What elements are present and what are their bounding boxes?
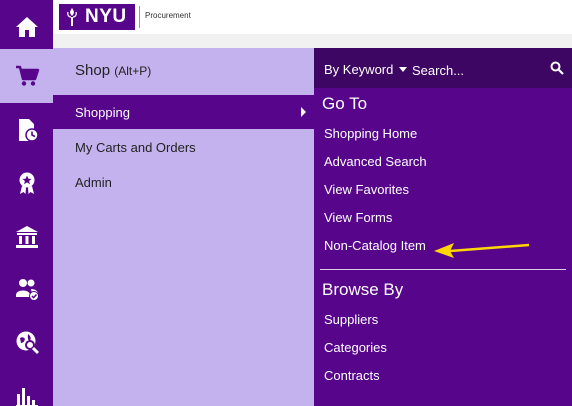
nav-shop[interactable] <box>0 49 53 103</box>
logo-subtitle: Procurement <box>145 11 191 20</box>
shop-item-admin[interactable]: Admin <box>53 165 314 199</box>
nav-home[interactable] <box>0 0 53 54</box>
top-header: NYU Procurement <box>53 0 572 34</box>
shop-item-label: Shopping <box>75 104 130 120</box>
bar-chart-icon <box>15 388 38 406</box>
torch-icon <box>67 8 77 26</box>
nav-documents[interactable] <box>0 103 53 157</box>
link-shopping-home[interactable]: Shopping Home <box>324 126 417 141</box>
caret-right-icon <box>301 107 306 117</box>
shop-item-my-carts-orders[interactable]: My Carts and Orders <box>53 130 314 164</box>
link-contracts[interactable]: Contracts <box>324 368 380 383</box>
browse-section-title: Browse By <box>322 280 404 299</box>
link-advanced-search[interactable]: Advanced Search <box>324 154 427 169</box>
bank-icon <box>15 226 38 248</box>
shop-item-shopping[interactable]: Shopping <box>53 95 314 129</box>
keyword-dropdown[interactable]: By Keyword <box>324 62 408 77</box>
search-bar: By Keyword <box>314 48 572 88</box>
shop-item-label: My Carts and Orders <box>75 139 196 155</box>
nav-bank[interactable] <box>0 210 53 264</box>
shop-title-text: Shop <box>75 62 111 79</box>
shop-menu-title: Shop (Alt+P) <box>75 62 151 79</box>
cart-icon <box>15 65 39 86</box>
award-ribbon-icon <box>19 172 34 194</box>
keyword-dropdown-label: By Keyword <box>324 62 394 77</box>
nav-awards[interactable] <box>0 156 53 210</box>
goto-section-title: Go To <box>322 94 368 113</box>
nav-global-search[interactable] <box>0 315 53 369</box>
link-categories[interactable]: Categories <box>324 340 387 355</box>
shopping-submenu-panel: By Keyword Go To Shopping Home Advanced … <box>314 48 572 406</box>
search-input[interactable] <box>412 58 542 82</box>
link-suppliers[interactable]: Suppliers <box>324 312 378 327</box>
users-check-icon <box>15 279 39 301</box>
yellow-annotation-arrow-icon <box>434 243 530 258</box>
shop-menu-panel: Shop (Alt+P) Shopping My Carts and Order… <box>53 48 314 406</box>
home-icon <box>15 17 38 37</box>
search-icon[interactable] <box>550 61 564 75</box>
link-view-favorites[interactable]: View Favorites <box>324 182 409 197</box>
nyu-logo[interactable]: NYU <box>59 4 135 30</box>
left-nav-rail <box>0 0 53 406</box>
shop-hotkey: (Alt+P) <box>114 64 152 78</box>
logo-text: NYU <box>85 6 127 27</box>
logo-divider <box>139 6 140 28</box>
link-non-catalog-item[interactable]: Non-Catalog Item <box>324 238 426 253</box>
globe-search-icon <box>16 331 39 355</box>
shop-item-label: Admin <box>75 174 112 190</box>
document-clock-icon <box>18 119 39 142</box>
nav-reports[interactable] <box>0 368 53 406</box>
section-divider <box>320 269 566 270</box>
header-stripe <box>53 34 572 48</box>
nav-users[interactable] <box>0 262 53 316</box>
link-view-forms[interactable]: View Forms <box>324 210 392 225</box>
chevron-down-icon <box>399 67 408 72</box>
